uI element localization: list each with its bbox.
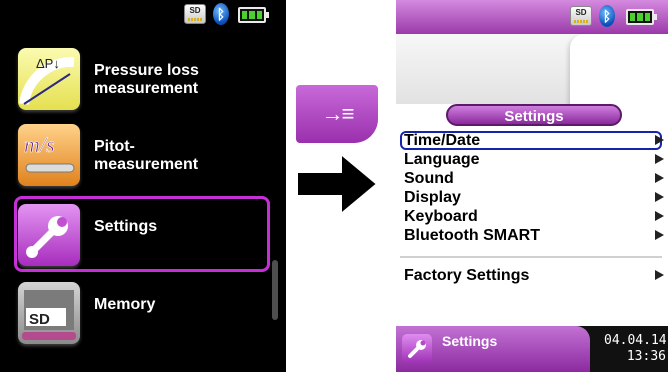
list-item-keyboard[interactable]: Keyboard xyxy=(402,207,664,226)
menu-label: Pitot- measurement xyxy=(94,138,199,173)
battery-icon xyxy=(238,7,269,23)
bluetooth-icon: ᛒ xyxy=(213,3,229,25)
submenu-arrow-icon xyxy=(655,270,664,280)
background-panel xyxy=(396,34,668,116)
list-item-time-date[interactable]: Time/Date xyxy=(402,131,664,150)
menu-item-pitot[interactable]: m/s Pitot- measurement xyxy=(14,118,270,190)
enter-key-icon: →≡ xyxy=(321,101,355,126)
settings-screen: SD ᛒ Settings Time/Date Language Sound D… xyxy=(396,0,668,372)
clock: 04.04.14 13:36 xyxy=(604,333,667,365)
date-text: 04.04.14 xyxy=(604,333,667,348)
list-item-factory-settings[interactable]: Factory Settings xyxy=(402,266,664,285)
svg-text:ΔP↓: ΔP↓ xyxy=(36,56,60,71)
pressure-gauge-icon: ΔP↓ xyxy=(18,48,80,110)
bluetooth-icon: ᛒ xyxy=(599,5,615,27)
submenu-arrow-icon xyxy=(655,192,664,202)
sd-label: SD xyxy=(189,6,201,15)
menu-label: Settings xyxy=(94,218,158,235)
page-title: Settings xyxy=(446,104,622,126)
wrench-icon xyxy=(402,334,432,364)
svg-text:m/s: m/s xyxy=(24,132,55,157)
submenu-arrow-icon xyxy=(655,154,664,164)
svg-text:SD: SD xyxy=(29,311,50,328)
menu-label: Memory xyxy=(94,296,156,313)
footer-title: Settings xyxy=(442,333,498,349)
list-item-language[interactable]: Language xyxy=(402,150,664,169)
list-item-display[interactable]: Display xyxy=(402,188,664,207)
scrollbar-thumb[interactable] xyxy=(272,260,278,320)
sd-card-status-icon: SD xyxy=(184,4,206,24)
submenu-arrow-icon xyxy=(655,230,664,240)
main-menu-screen: SD ᛒ ΔP↓ Pressure loss measurement m/s P… xyxy=(0,0,286,372)
submenu-arrow-icon xyxy=(655,211,664,221)
sd-card-status-icon: SD xyxy=(570,6,592,26)
time-text: 13:36 xyxy=(626,349,666,364)
enter-key-button[interactable]: →≡ xyxy=(296,85,378,143)
menu-item-pressure-loss[interactable]: ΔP↓ Pressure loss measurement xyxy=(14,42,270,114)
sd-card-icon: SD xyxy=(18,282,80,344)
pitot-tube-icon: m/s xyxy=(18,124,80,186)
right-arrow-icon xyxy=(293,150,383,223)
list-divider xyxy=(400,256,662,258)
wrench-icon xyxy=(18,204,80,266)
submenu-arrow-icon xyxy=(655,135,664,145)
status-bar: SD ᛒ xyxy=(0,0,286,28)
menu-item-settings[interactable]: Settings xyxy=(14,198,270,270)
list-item-sound[interactable]: Sound xyxy=(402,169,664,188)
battery-icon xyxy=(626,9,657,25)
menu-label: Pressure loss measurement xyxy=(94,62,199,97)
submenu-arrow-icon xyxy=(655,173,664,183)
status-bar: SD ᛒ xyxy=(396,0,668,34)
menu-item-memory[interactable]: SD Memory xyxy=(14,276,270,348)
list-item-bluetooth-smart[interactable]: Bluetooth SMART xyxy=(402,226,664,245)
